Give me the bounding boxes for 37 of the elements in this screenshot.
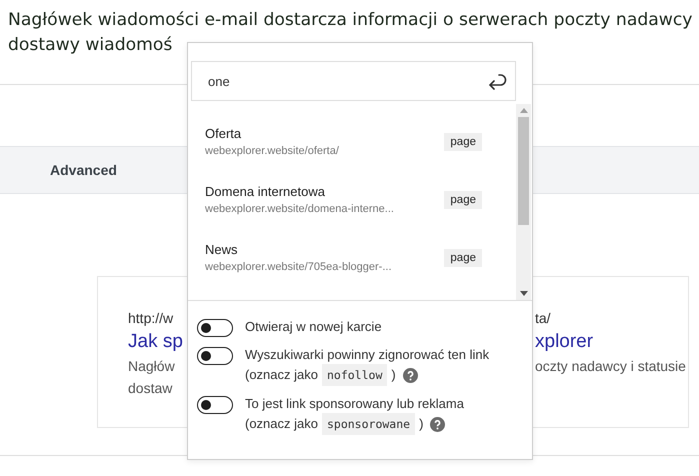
description-text: dostaw <box>128 379 172 398</box>
scroll-down-icon[interactable] <box>520 291 528 296</box>
result-url: webexplorer.website/705ea-blogger-... <box>205 260 393 275</box>
toggle-switch[interactable] <box>197 319 233 337</box>
hint-text: ) <box>419 415 424 433</box>
description-text: oczty nadawcy i statusie <box>535 357 686 376</box>
url-text: ta/ <box>535 309 551 328</box>
url-text: http://w <box>128 309 174 328</box>
hint-text: ) <box>391 366 396 384</box>
type-tag: page <box>444 249 482 267</box>
scrollbar[interactable] <box>516 104 531 300</box>
code-label: sponsorowane <box>322 413 416 435</box>
type-tag: page <box>444 191 482 209</box>
toggle-switch[interactable] <box>197 347 233 365</box>
result-title[interactable]: Oferta <box>205 125 444 143</box>
tab-label[interactable]: Advanced <box>50 162 117 178</box>
result-title[interactable]: News <box>205 241 444 259</box>
search-field[interactable]: one <box>191 61 516 101</box>
preview-title[interactable]: xplorer <box>535 329 594 355</box>
toggle-label: Wyszukiwarki powinny zignorować ten link <box>245 346 490 364</box>
enter-icon[interactable] <box>487 72 507 90</box>
help-icon[interactable] <box>430 416 446 432</box>
result-url: webexplorer.website/oferta/ <box>205 144 340 159</box>
preview-title[interactable]: Jak sp <box>128 329 183 355</box>
paragraph-text: dostawy wiadomoś <box>8 34 174 57</box>
description-text: Nagłów <box>128 357 175 376</box>
result-url: webexplorer.website/domena-interne... <box>205 202 395 217</box>
hint-text: (oznacz jako <box>245 415 318 433</box>
toggle-label: To jest link sponsorowany lub reklama <box>245 395 464 413</box>
toggle-label: Otwieraj w nowej karcie <box>245 318 382 336</box>
hint-text: (oznacz jako <box>245 366 318 384</box>
type-tag: page <box>444 133 482 151</box>
code-label: nofollow <box>322 364 388 386</box>
result-title[interactable]: Domena internetowa <box>205 183 444 201</box>
paragraph-text: Nagłówek wiadomości e-mail dostarcza informacji o serwerach poczty nadawcy <box>8 9 694 32</box>
toggle-switch[interactable] <box>197 396 233 414</box>
help-icon[interactable] <box>402 368 418 382</box>
